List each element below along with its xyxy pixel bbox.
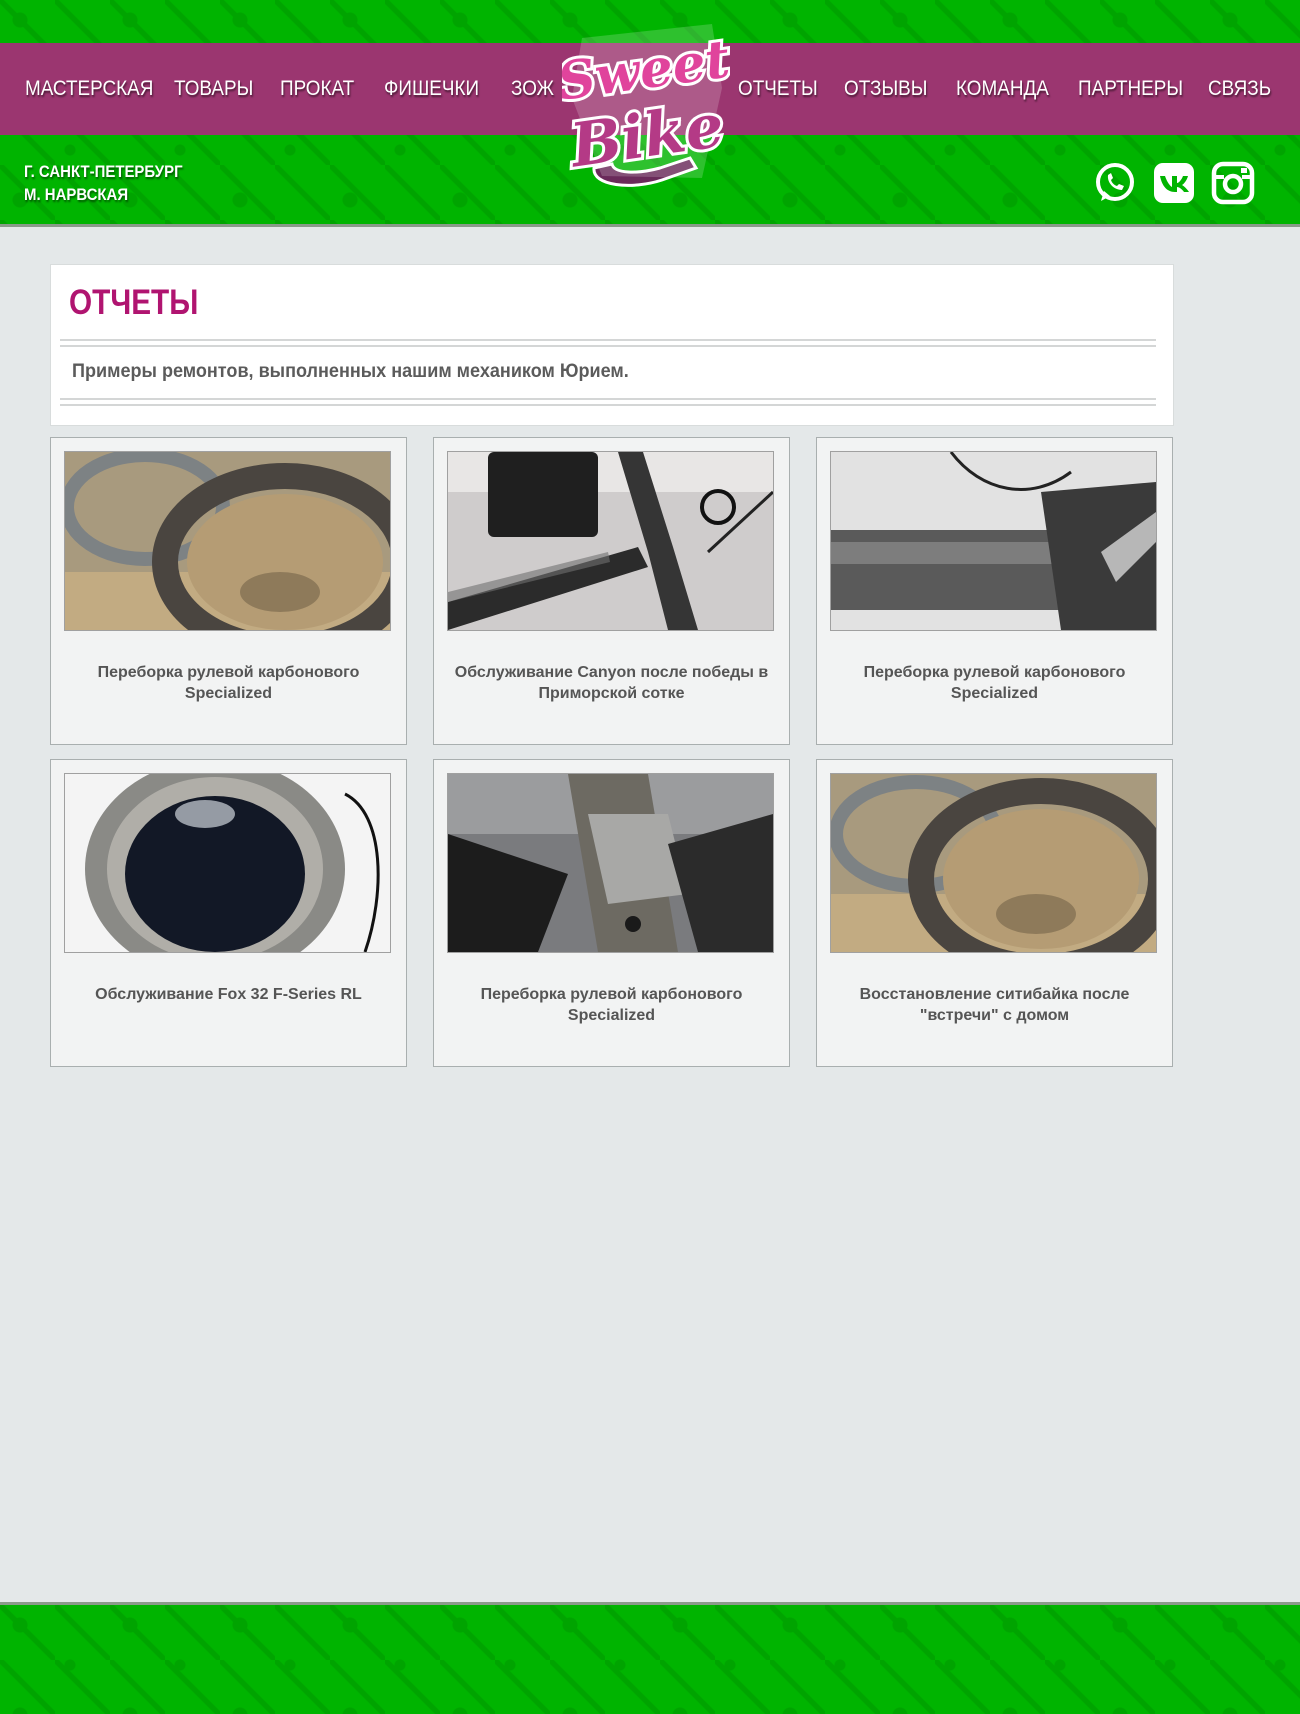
report-photo[interactable] (830, 773, 1157, 953)
report-caption: Восстановление ситибайка после "встречи"… (859, 986, 1130, 1024)
nav-item-team[interactable]: КОМАНДА (956, 43, 1049, 135)
location-info: Г. САНКТ-ПЕТЕРБУРГ М. НАРВСКАЯ (24, 160, 183, 206)
report-caption: Переборка рулевой карбонового Specialize… (480, 986, 743, 1024)
page-title: ОТЧЕТЫ (69, 283, 199, 322)
report-photo[interactable] (64, 773, 391, 953)
report-card[interactable]: Восстановление ситибайка после "встречи"… (816, 759, 1173, 1067)
nav-item-reviews[interactable]: ОТЗЫВЫ (844, 43, 928, 135)
whatsapp-icon[interactable] (1093, 161, 1137, 205)
nav-item-features[interactable]: ФИШЕЧКИ (384, 43, 479, 135)
nav-item-healthy-lifestyle[interactable]: ЗОЖ (511, 43, 554, 135)
sweet-bike-logo[interactable]: Sweet Bike (562, 18, 730, 190)
report-caption: Обслуживание Canyon после победы в Примо… (454, 664, 769, 702)
divider (60, 339, 1156, 347)
instagram-icon[interactable] (1211, 161, 1255, 205)
vk-icon[interactable] (1152, 161, 1196, 205)
report-caption: Переборка рулевой карбонового Specialize… (97, 664, 360, 702)
report-photo[interactable] (447, 773, 774, 953)
report-card[interactable]: Переборка рулевой карбонового Specialize… (816, 437, 1173, 745)
site-header: МАСТЕРСКАЯ ТОВАРЫ ПРОКАТ ФИШЕЧКИ ЗОЖ ОТЧ… (0, 0, 1300, 224)
nav-item-partners[interactable]: ПАРТНЕРЫ (1078, 43, 1183, 135)
nav-item-workshop[interactable]: МАСТЕРСКАЯ (25, 43, 153, 135)
nav-item-goods[interactable]: ТОВАРЫ (174, 43, 253, 135)
nav-item-rental[interactable]: ПРОКАТ (280, 43, 354, 135)
report-card[interactable]: Переборка рулевой карбонового Specialize… (433, 759, 790, 1067)
report-caption: Переборка рулевой карбонового Specialize… (863, 664, 1126, 702)
report-photo[interactable] (64, 451, 391, 631)
report-caption: Обслуживание Fox 32 F-Series RL (95, 986, 362, 1003)
footer-background-pattern (0, 1605, 1300, 1714)
report-card[interactable]: Обслуживание Fox 32 F-Series RL (50, 759, 407, 1067)
report-photo[interactable] (830, 451, 1157, 631)
nav-item-reports[interactable]: ОТЧЕТЫ (738, 43, 818, 135)
reports-intro-card: ОТЧЕТЫ Примеры ремонтов, выполненных наш… (50, 264, 1174, 426)
site-footer (0, 1605, 1300, 1714)
divider (60, 398, 1156, 406)
nav-item-contact[interactable]: СВЯЗЬ (1208, 43, 1271, 135)
intro-text: Примеры ремонтов, выполненных нашим меха… (72, 361, 629, 382)
report-card[interactable]: Обслуживание Canyon после победы в Примо… (433, 437, 790, 745)
header-divider (0, 224, 1300, 227)
report-photo[interactable] (447, 451, 774, 631)
report-card[interactable]: Переборка рулевой карбонового Specialize… (50, 437, 407, 745)
metro-label: М. НАРВСКАЯ (24, 185, 129, 204)
city-label: Г. САНКТ-ПЕТЕРБУРГ (24, 162, 183, 181)
